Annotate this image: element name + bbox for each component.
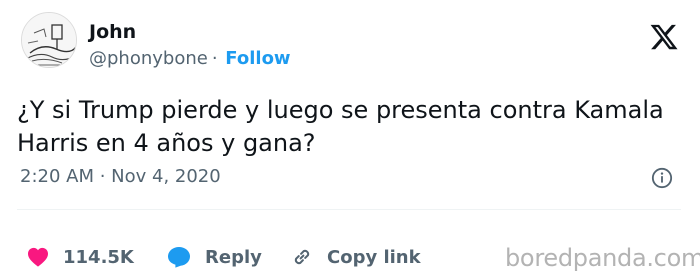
author-handle[interactable]: @phonybone: [89, 48, 208, 69]
reply-button[interactable]: Reply: [167, 244, 262, 270]
separator-dot: ·: [211, 48, 218, 69]
heart-icon: [28, 247, 48, 267]
divider: [17, 209, 681, 210]
copy-link-button[interactable]: Copy link: [291, 244, 421, 270]
reply-label: Reply: [205, 246, 262, 268]
tweet-text: ¿Y si Trump pierde y luego se presenta c…: [17, 96, 664, 157]
follow-button[interactable]: Follow: [225, 48, 290, 69]
x-logo-icon[interactable]: [648, 22, 680, 52]
like-count: 114.5K: [63, 246, 134, 268]
copy-link-label: Copy link: [327, 246, 421, 268]
avatar[interactable]: [21, 12, 77, 68]
watermark: boredpanda.com: [505, 244, 700, 272]
author-name[interactable]: John: [89, 20, 136, 44]
avatar-sketch-image: [22, 13, 76, 67]
author-subline: @phonybone · Follow: [89, 47, 291, 71]
like-button[interactable]: 114.5K: [27, 244, 134, 270]
info-icon[interactable]: [651, 167, 673, 189]
link-icon: [294, 249, 310, 265]
reply-icon: [168, 247, 190, 268]
tweet-timestamp[interactable]: 2:20 AM · Nov 4, 2020: [20, 165, 221, 189]
